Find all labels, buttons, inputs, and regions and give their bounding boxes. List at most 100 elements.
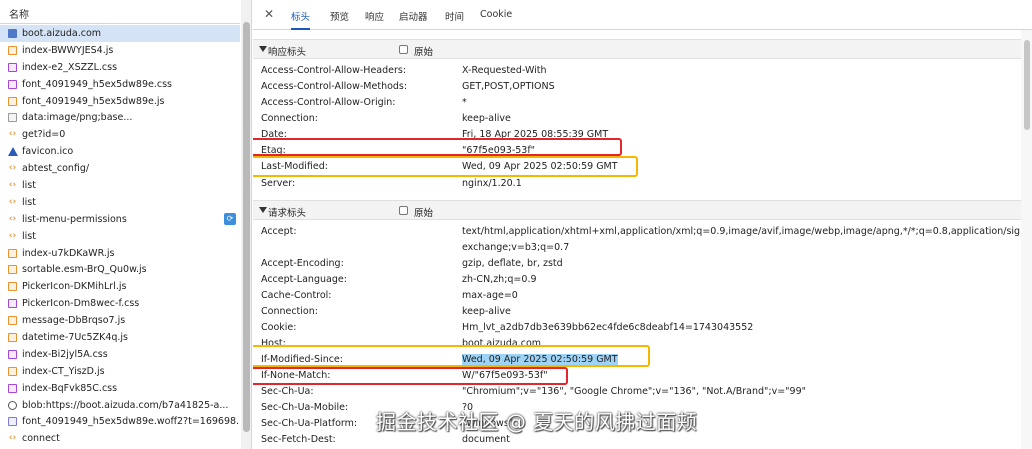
request-row[interactable]: index-e2_XSZZL.css: [0, 59, 240, 76]
request-name: list: [22, 196, 36, 208]
request-name: favicon.ico: [22, 146, 74, 158]
fav-file-icon: [8, 147, 18, 157]
header-name[interactable]: Sec-Ch-Ua-Platform:: [261, 418, 357, 429]
request-name: sortable.esm-BrQ_Qu0w.js: [22, 264, 147, 276]
request-row[interactable]: message-DbBrqso7.js: [0, 312, 240, 329]
header-value[interactable]: max-age=0: [462, 290, 518, 301]
request-row[interactable]: ‹› list-menu-permissions ⟳: [0, 211, 240, 228]
css-file-icon: [8, 349, 17, 359]
request-row[interactable]: index-BqFvk85C.css: [0, 380, 240, 397]
request-row[interactable]: boot.aizuda.com: [0, 25, 240, 42]
request-row[interactable]: index-BWWYJES4.js: [0, 42, 240, 59]
request-row[interactable]: index-CT_YiszD.js: [0, 363, 240, 380]
header-name[interactable]: Access-Control-Allow-Headers:: [261, 65, 406, 76]
header-value[interactable]: zh-CN,zh;q=0.9: [462, 274, 537, 285]
request-name: index-CT_YiszD.js: [22, 365, 105, 377]
expand-triangle-icon[interactable]: [259, 46, 267, 52]
header-name[interactable]: Accept:: [261, 226, 297, 237]
xhr-file-icon: ‹›: [8, 180, 17, 191]
request-row[interactable]: ‹› list: [0, 228, 240, 245]
request-name: abtest_config/: [22, 163, 90, 175]
header-name[interactable]: Connection:: [261, 306, 318, 317]
header-value[interactable]: keep-alive: [462, 306, 511, 317]
request-name: index-BWWYJES4.js: [22, 44, 114, 56]
tab-preview[interactable]: 预览: [330, 9, 349, 23]
header-row: Access-Control-Allow-Origin: *: [253, 95, 1021, 111]
request-row[interactable]: font_4091949_h5ex5dw89e.css: [0, 76, 240, 93]
last-modified-highlight-box: [253, 156, 638, 177]
request-row[interactable]: index-Bi2jyl5A.css: [0, 346, 240, 363]
request-list-scrollbar[interactable]: [241, 0, 251, 449]
header-value[interactable]: Hm_lvt_a2db7db3e639bb62ec4fde6c8deabf14=…: [462, 322, 753, 333]
request-row[interactable]: ‹› list: [0, 194, 240, 211]
header-name[interactable]: Cookie:: [261, 322, 296, 333]
close-icon[interactable]: ✕: [264, 7, 274, 21]
request-row[interactable]: data:image/png;base...: [0, 109, 240, 126]
request-row[interactable]: ‹› connect: [0, 430, 240, 447]
request-list: boot.aizuda.com index-BWWYJES4.js index-e2…: [0, 25, 240, 447]
header-value[interactable]: text/html,application/xhtml+xml,applicat…: [462, 224, 1032, 256]
raw-checkbox[interactable]: [399, 45, 408, 54]
request-name: data:image/png;base...: [22, 112, 133, 124]
header-name[interactable]: Access-Control-Allow-Origin:: [261, 97, 395, 108]
scrollbar-thumb[interactable]: [1024, 40, 1030, 130]
refresh-icon[interactable]: ⟳: [224, 212, 236, 225]
header-row: Accept-Encoding: gzip, deflate, br, zstd: [253, 256, 1021, 272]
img-file-icon: [8, 113, 17, 123]
request-row[interactable]: PickerIcon-DKMihLrl.js: [0, 278, 240, 295]
request-headers-section-header[interactable]: 请求标头 原始: [253, 200, 1021, 220]
request-row[interactable]: font_4091949_h5ex5dw89e.woff2?t=169698..…: [0, 413, 240, 430]
section-title: 请求标头: [268, 208, 307, 219]
request-row[interactable]: ‹› list: [0, 177, 240, 194]
header-value[interactable]: nginx/1.20.1: [462, 178, 522, 189]
header-row: Cache-Control: max-age=0: [253, 288, 1021, 304]
xhr-file-icon: ‹›: [8, 213, 17, 224]
header-value[interactable]: "Chromium";v="136", "Google Chrome";v="1…: [462, 386, 806, 397]
header-row: Connection: keep-alive: [253, 111, 1021, 127]
request-row[interactable]: datetime-7Uc5ZK4q.js: [0, 329, 240, 346]
request-row[interactable]: font_4091949_h5ex5dw89e.js: [0, 93, 240, 110]
if-none-match-highlight-box: [253, 367, 568, 385]
tab-response[interactable]: 响应: [365, 9, 384, 23]
header-name[interactable]: Sec-Ch-Ua-Mobile:: [261, 402, 348, 413]
details-scrollbar[interactable]: [1021, 30, 1032, 449]
request-row[interactable]: favicon.ico: [0, 143, 240, 160]
xhr-file-icon: ‹›: [8, 230, 17, 241]
header-name[interactable]: Connection:: [261, 113, 318, 124]
header-name[interactable]: Access-Control-Allow-Methods:: [261, 81, 407, 92]
header-name[interactable]: Sec-Ch-Ua:: [261, 386, 314, 397]
request-name: PickerIcon-DKMihLrl.js: [22, 281, 127, 293]
header-value[interactable]: X-Requested-With: [462, 65, 547, 76]
header-name[interactable]: Accept-Language:: [261, 274, 347, 285]
tab-timing[interactable]: 时间: [445, 9, 464, 23]
request-row[interactable]: index-u7kDKaWR.js: [0, 245, 240, 262]
header-value[interactable]: document: [462, 434, 510, 445]
header-row: Accept: text/html,application/xhtml+xml,a…: [253, 224, 1032, 253]
if-modified-since-highlight-box: [253, 345, 650, 367]
header-value[interactable]: keep-alive: [462, 113, 511, 124]
request-name: list: [22, 230, 36, 242]
header-name[interactable]: Server:: [261, 178, 295, 189]
request-row[interactable]: blob:https://boot.aizuda.com/b7a41825-a.…: [0, 397, 240, 414]
response-headers-section-header[interactable]: 响应标头 原始: [253, 39, 1021, 59]
header-row: Cookie: Hm_lvt_a2db7db3e639bb62ec4fde6c8d…: [253, 320, 1021, 336]
header-value[interactable]: GET,POST,OPTIONS: [462, 81, 555, 92]
request-row[interactable]: ‹› get?id=0: [0, 126, 240, 143]
request-name: message-DbBrqso7.js: [22, 315, 126, 327]
request-row[interactable]: PickerIcon-Dm8wec-f.css: [0, 295, 240, 312]
request-row[interactable]: ‹› abtest_config/: [0, 160, 240, 177]
header-value[interactable]: gzip, deflate, br, zstd: [462, 258, 563, 269]
tab-initiator[interactable]: 启动器: [399, 9, 428, 23]
raw-checkbox[interactable]: [399, 206, 408, 215]
tab-headers[interactable]: 标头: [291, 9, 311, 30]
css-file-icon: [8, 79, 17, 89]
request-row[interactable]: sortable.esm-BrQ_Qu0w.js: [0, 261, 240, 278]
header-name[interactable]: Cache-Control:: [261, 290, 332, 301]
name-column-header[interactable]: 名称: [0, 0, 240, 24]
tab-cookies[interactable]: Cookie: [480, 9, 512, 20]
scrollbar-thumb[interactable]: [243, 22, 250, 432]
header-value[interactable]: *: [462, 97, 467, 108]
header-name[interactable]: Accept-Encoding:: [261, 258, 344, 269]
expand-triangle-icon[interactable]: [259, 207, 267, 213]
header-name[interactable]: Sec-Fetch-Dest:: [261, 434, 336, 445]
